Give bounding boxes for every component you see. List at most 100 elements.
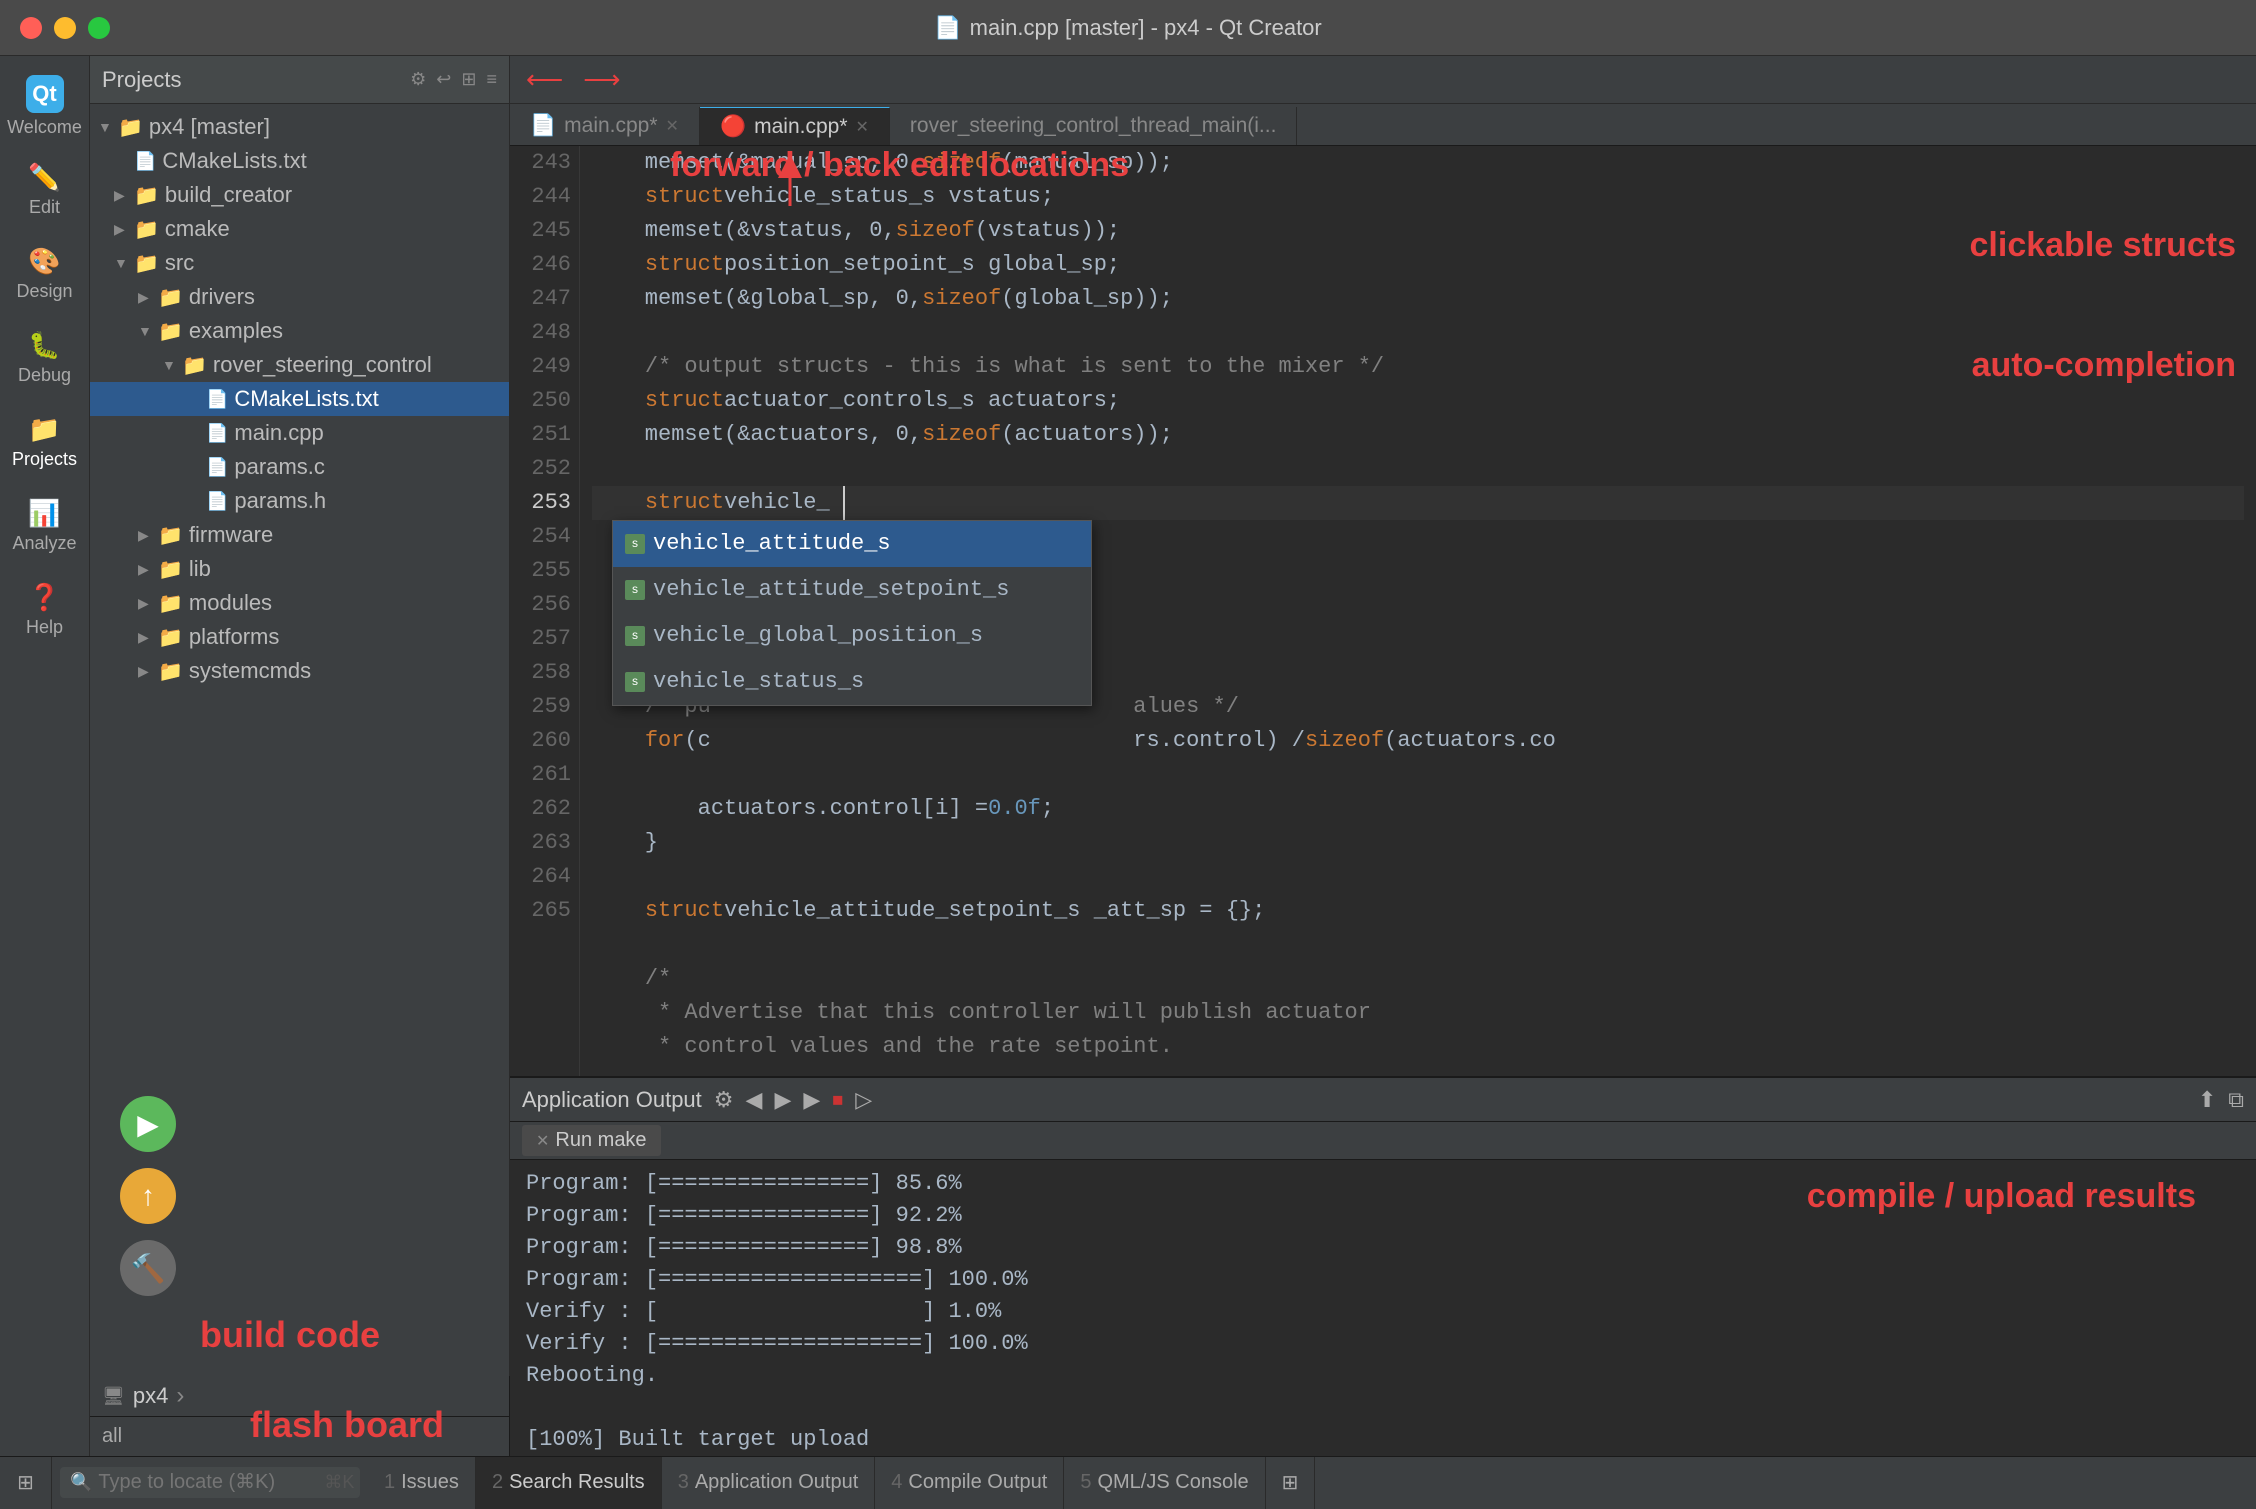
tab-rover[interactable]: rover_steering_control_thread_main(i... xyxy=(890,107,1298,145)
search-input[interactable] xyxy=(98,1471,318,1494)
sidebar-item-design[interactable]: 🎨 Design xyxy=(5,234,85,314)
more-icon[interactable]: ≡ xyxy=(486,69,497,90)
list-item[interactable]: ▶ 📁 firmware xyxy=(90,518,509,552)
ac-label: vehicle_status_s xyxy=(653,665,864,699)
sync-icon[interactable]: ↩ xyxy=(436,69,451,90)
list-item[interactable]: ▼ 📁 rover_steering_control xyxy=(90,348,509,382)
tab-main-icon: 🔴 xyxy=(720,115,746,139)
list-item[interactable]: ▼ 📁 src xyxy=(90,246,509,280)
code-line: memset(&global_sp, 0, sizeof(global_sp))… xyxy=(592,282,2244,316)
run-make-close[interactable]: ✕ xyxy=(536,1131,549,1151)
filter-icon[interactable]: ⚙ xyxy=(410,69,426,90)
layout-icon[interactable]: ⊞ xyxy=(461,69,476,90)
code-line: * Advertise that this controller will pu… xyxy=(592,996,2244,1030)
output-back-icon[interactable]: ◀ xyxy=(746,1087,763,1113)
welcome-label: Welcome xyxy=(7,117,82,138)
output-debug-icon[interactable]: ▷ xyxy=(855,1087,872,1113)
output-window-icon[interactable]: ⧉ xyxy=(2228,1087,2244,1113)
output-panel: Application Output ⚙ ◀ ▶ ▶ ⏹ ▷ ⬆ ⧉ ✕ Run… xyxy=(510,1076,2256,1456)
code-editor[interactable]: 243 244 245 246 247 248 249 250 251 252 … xyxy=(510,146,2256,1076)
analyze-label: Analyze xyxy=(12,533,76,554)
list-item[interactable]: ▶ 📁 modules xyxy=(90,586,509,620)
minimize-button[interactable] xyxy=(54,17,76,39)
list-item[interactable]: ▶ 📁 cmake xyxy=(90,212,509,246)
list-item[interactable]: 📄 main.cpp xyxy=(90,416,509,450)
sidebar-item-projects[interactable]: 📁 Projects xyxy=(5,402,85,482)
autocomplete-item[interactable]: s vehicle_attitude_s xyxy=(613,521,1091,567)
code-line xyxy=(592,860,2244,894)
sidebar-item-analyze[interactable]: 📊 Analyze xyxy=(5,486,85,566)
close-button[interactable] xyxy=(20,17,42,39)
code-line: memset(&vstatus, 0, sizeof(vstatus)); xyxy=(592,214,2244,248)
tab-compile-output[interactable]: 4 Compile Output xyxy=(875,1457,1064,1509)
struct-icon: s xyxy=(625,580,645,600)
list-item[interactable]: 📄 CMakeLists.txt xyxy=(90,144,509,178)
search-box[interactable]: 🔍 ⌘K xyxy=(60,1467,360,1498)
list-item[interactable]: ▼ 📁 examples xyxy=(90,314,509,348)
output-settings-icon[interactable]: ⚙ xyxy=(714,1087,734,1113)
list-item[interactable]: 📄 CMakeLists.txt xyxy=(90,382,509,416)
autocomplete-item[interactable]: s vehicle_status_s xyxy=(613,659,1091,705)
tab-issues[interactable]: 1 Issues xyxy=(368,1457,476,1509)
code-text[interactable]: memset(&manual_sp, 0, sizeof(manual_sp))… xyxy=(580,146,2256,1076)
output-stop-icon[interactable]: ⏹ xyxy=(832,1087,843,1113)
maximize-button[interactable] xyxy=(88,17,110,39)
output-line: [100%] Built target upload xyxy=(526,1424,2240,1456)
run-button[interactable]: ▶ xyxy=(120,1096,176,1152)
tab-application-output[interactable]: 3 Application Output xyxy=(662,1457,876,1509)
more-tabs-button[interactable]: ⊞ xyxy=(1266,1457,1316,1509)
edit-icon: ✏️ xyxy=(28,162,60,193)
bottom-bar: ⊞ 🔍 ⌘K 1 Issues 2 Search Results 3 Appli… xyxy=(0,1456,2256,1508)
tab-qml-console[interactable]: 5 QML/JS Console xyxy=(1064,1457,1265,1509)
code-line xyxy=(592,758,2244,792)
tab-main-close-button[interactable]: ✕ xyxy=(856,117,869,137)
folder-label: build_creator xyxy=(165,182,292,208)
sidebar-item-welcome[interactable]: Qt Welcome xyxy=(5,66,85,146)
folder-label: drivers xyxy=(189,284,255,310)
list-item[interactable]: 📄 params.c xyxy=(90,450,509,484)
output-forward-icon[interactable]: ▶ xyxy=(774,1087,791,1113)
tab-main[interactable]: 🔴 main.cpp* ✕ xyxy=(700,107,890,145)
file-label: main.cpp xyxy=(234,420,323,446)
sidebar-item-edit[interactable]: ✏️ Edit xyxy=(5,150,85,230)
autocomplete-item[interactable]: s vehicle_global_position_s xyxy=(613,613,1091,659)
code-line: struct actuator_controls_s actuators; xyxy=(592,384,2244,418)
main-layout: Qt Welcome ✏️ Edit 🎨 Design 🐛 Debug 📁 Pr… xyxy=(0,56,2256,1456)
list-item[interactable]: ▶ 📁 build_creator xyxy=(90,178,509,212)
sidebar-item-debug[interactable]: 🐛 Debug xyxy=(5,318,85,398)
list-item[interactable]: 📄 params.h xyxy=(90,484,509,518)
output-line xyxy=(526,1392,2240,1424)
tab-file[interactable]: 📄 main.cpp* ✕ xyxy=(510,107,700,145)
autocomplete-dropdown[interactable]: s vehicle_attitude_s s vehicle_attitude_… xyxy=(612,520,1092,706)
list-item[interactable]: ▶ 📁 platforms xyxy=(90,620,509,654)
run-make-tab: ✕ Run make xyxy=(510,1122,2256,1160)
sidebar-toggle-icon: ⊞ xyxy=(17,1470,34,1495)
output-line: Program: [================] 98.8% xyxy=(526,1232,2240,1264)
compile-output-label: Compile Output xyxy=(908,1471,1047,1494)
build-target-label: all xyxy=(102,1425,497,1448)
flash-button[interactable]: ↑ xyxy=(120,1168,176,1224)
list-item[interactable]: ▶ 📁 lib xyxy=(90,552,509,586)
run-make-badge[interactable]: ✕ Run make xyxy=(522,1125,661,1156)
tab-search-results[interactable]: 2 Search Results xyxy=(476,1457,662,1509)
code-line: memset(&manual_sp, 0, sizeof(manual_sp))… xyxy=(592,146,2244,180)
build-button[interactable]: 🔨 xyxy=(120,1240,176,1296)
output-run-icon[interactable]: ▶ xyxy=(803,1087,820,1113)
list-item[interactable]: ▶ 📁 systemcmds xyxy=(90,654,509,688)
ac-label: vehicle_attitude_s xyxy=(653,527,891,561)
file-label: CMakeLists.txt xyxy=(162,148,306,174)
folder-label: platforms xyxy=(189,624,279,650)
titlebar: 📄 main.cpp [master] - px4 - Qt Creator xyxy=(0,0,2256,56)
list-item[interactable]: ▶ 📁 drivers xyxy=(90,280,509,314)
tab-close-button[interactable]: ✕ xyxy=(666,116,679,136)
kit-selector[interactable]: 🖥 px4 › xyxy=(90,1376,509,1417)
nav-back-button[interactable]: ⟵ xyxy=(520,60,569,99)
tree-root[interactable]: ▼ 📁 px4 [master] xyxy=(90,110,509,144)
sidebar-item-help[interactable]: ❓ Help xyxy=(5,570,85,650)
sidebar-toggle-button[interactable]: ⊞ xyxy=(0,1457,52,1509)
editor-area: ⟵ ⟶ 📄 main.cpp* ✕ 🔴 main.cpp* ✕ rover_st… xyxy=(510,56,2256,1456)
nav-forward-button[interactable]: ⟶ xyxy=(577,60,626,99)
autocomplete-item[interactable]: s vehicle_attitude_setpoint_s xyxy=(613,567,1091,613)
left-bottom-panel: 🖥 px4 › all flash board ▶ ↑ 🔨 xyxy=(90,1376,510,1456)
output-maximize-icon[interactable]: ⬆ xyxy=(2198,1087,2216,1113)
